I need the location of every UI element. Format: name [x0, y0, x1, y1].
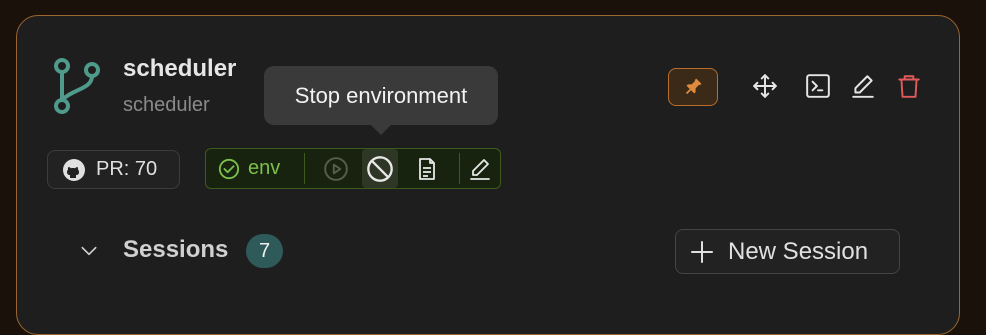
- environment-controls: env: [205, 148, 501, 189]
- document-icon: [419, 157, 435, 180]
- tooltip: Stop environment: [264, 66, 498, 125]
- pr-badge[interactable]: PR: 70: [47, 150, 180, 189]
- tooltip-arrow: [370, 124, 392, 135]
- delete-button[interactable]: [895, 72, 923, 100]
- move-icon: [753, 74, 777, 98]
- edit-icon: [852, 75, 874, 98]
- git-branch-icon: [54, 58, 100, 114]
- terminal-button[interactable]: [804, 72, 832, 100]
- move-button[interactable]: [751, 72, 779, 100]
- trash-icon: [898, 75, 920, 98]
- edit-button[interactable]: [849, 72, 877, 100]
- sessions-count-badge: 7: [246, 234, 283, 268]
- pin-icon: [685, 78, 702, 95]
- pr-label: PR: 70: [96, 158, 158, 180]
- sessions-toggle[interactable]: [78, 240, 100, 262]
- env-status[interactable]: env: [218, 149, 280, 188]
- plus-icon: [691, 240, 713, 263]
- start-environment-button[interactable]: [318, 149, 354, 188]
- project-title: scheduler: [123, 55, 237, 82]
- chevron-down-icon: [81, 246, 97, 256]
- terminal-icon: [806, 74, 830, 98]
- stop-icon: [367, 155, 393, 182]
- env-status-label: env: [248, 157, 281, 179]
- divider: [304, 153, 305, 184]
- new-session-label: New Session: [728, 237, 869, 265]
- check-circle-icon: [218, 158, 240, 179]
- stop-environment-button[interactable]: [362, 149, 398, 188]
- play-icon: [324, 156, 348, 181]
- project-subtitle: scheduler: [123, 94, 210, 116]
- env-edit-button[interactable]: [462, 149, 498, 188]
- tooltip-text: Stop environment: [294, 82, 468, 108]
- pin-button[interactable]: [668, 68, 718, 106]
- new-session-button[interactable]: New Session: [675, 229, 900, 274]
- divider: [459, 153, 460, 184]
- sessions-heading: Sessions: [123, 236, 229, 263]
- env-logs-button[interactable]: [409, 149, 445, 188]
- edit-icon: [470, 158, 490, 180]
- github-icon: [63, 158, 85, 181]
